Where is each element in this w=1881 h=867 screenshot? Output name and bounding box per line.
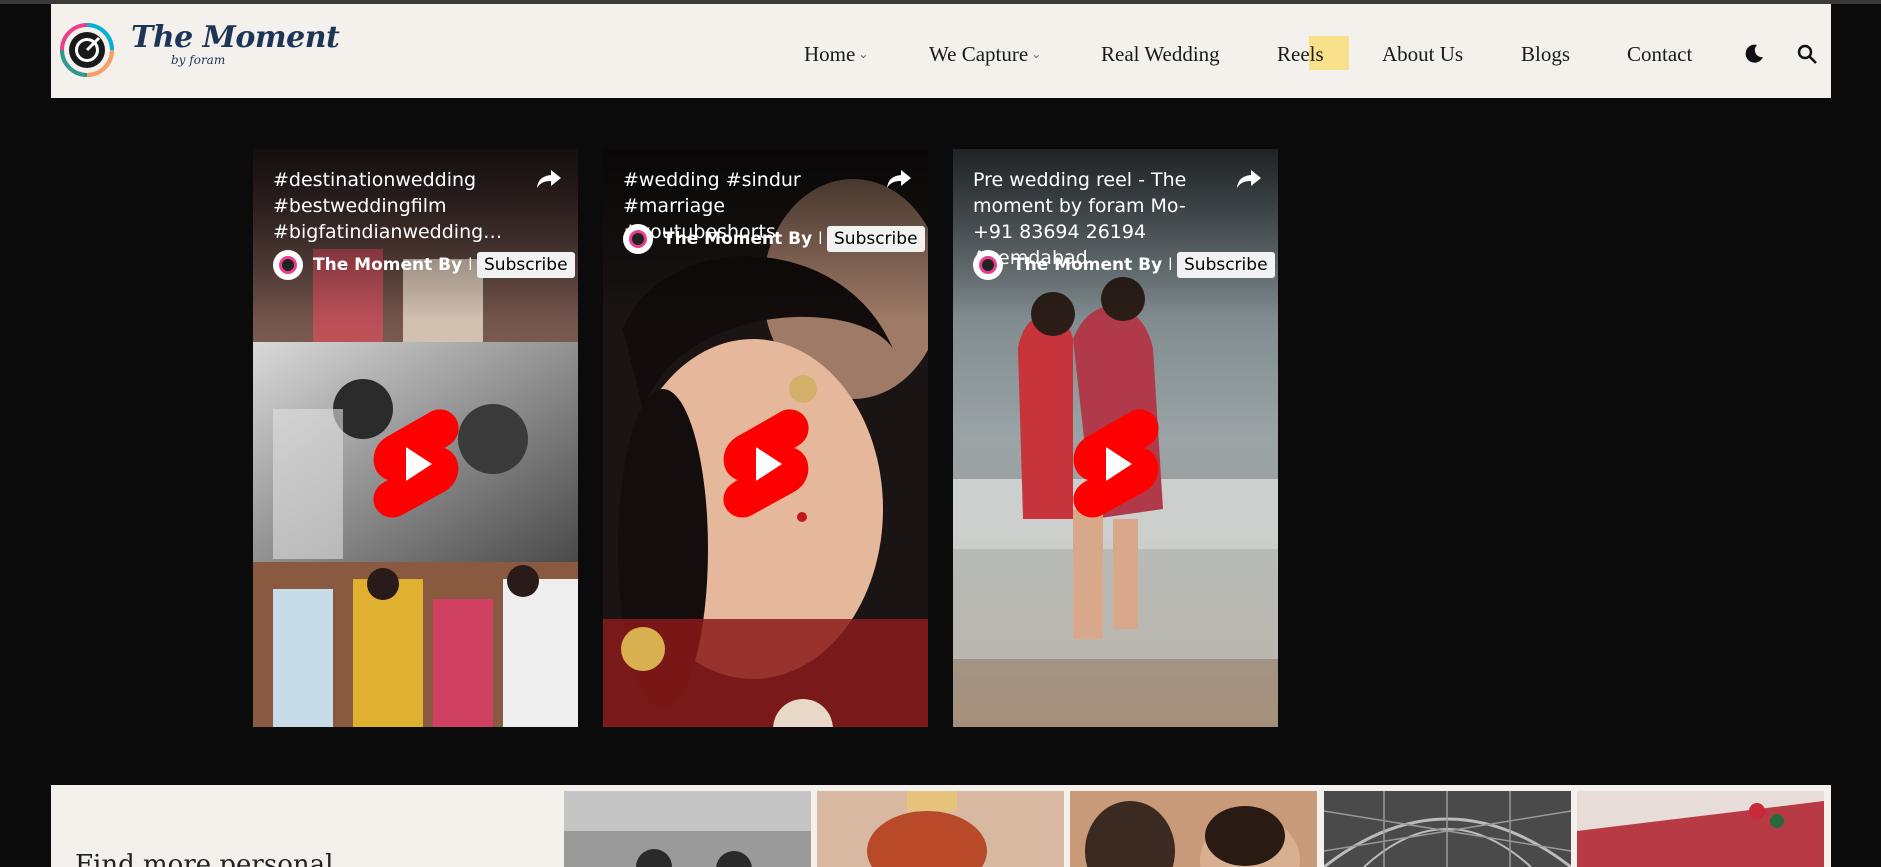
search-icon[interactable]: [1795, 42, 1819, 66]
gallery-thumbnail-3[interactable]: [1070, 791, 1317, 867]
nav-we-capture[interactable]: We Capture ⌄: [929, 42, 1041, 67]
channel-avatar[interactable]: [623, 224, 653, 254]
channel-name[interactable]: The Moment By F…: [1013, 255, 1171, 275]
nav-about-us[interactable]: About Us: [1382, 42, 1463, 67]
youtube-shorts-play-icon[interactable]: [1072, 407, 1160, 522]
nav-real-wedding[interactable]: Real Wedding: [1101, 42, 1220, 67]
channel-row: The Moment By F… Subscribe: [973, 250, 1275, 280]
subscribe-button[interactable]: Subscribe: [827, 226, 925, 252]
section-heading: Find more personal: [75, 850, 334, 867]
gallery-thumbnail-4[interactable]: [1324, 791, 1571, 867]
share-icon[interactable]: [884, 164, 914, 194]
youtube-short-2[interactable]: #wedding #sindur #marriage #youtubeshort…: [603, 149, 928, 727]
brand[interactable]: The Moment by foram: [131, 20, 340, 67]
channel-avatar[interactable]: [273, 250, 303, 280]
nav-we-capture-label: We Capture: [929, 42, 1029, 66]
personal-section: Find more personal: [51, 785, 1831, 867]
channel-avatar[interactable]: [973, 250, 1003, 280]
nav-home-label: Home: [804, 42, 856, 66]
subscribe-button[interactable]: Subscribe: [1177, 252, 1275, 278]
subscribe-button[interactable]: Subscribe: [477, 252, 575, 278]
moon-icon[interactable]: [1742, 42, 1766, 66]
nav-contact[interactable]: Contact: [1627, 42, 1692, 67]
nav-home[interactable]: Home ⌄: [804, 42, 868, 67]
channel-name[interactable]: The Moment By F…: [663, 229, 821, 249]
nav-reels[interactable]: Reels: [1277, 42, 1324, 67]
gallery-thumbnail-2[interactable]: [817, 791, 1064, 867]
camera-lens-logo-icon[interactable]: [59, 22, 115, 78]
channel-row: The Moment By F… Subscribe: [623, 224, 925, 254]
youtube-short-1[interactable]: #destinationwedding #bestweddingfilm #bi…: [253, 149, 578, 727]
share-icon[interactable]: [534, 164, 564, 194]
brand-title: The Moment: [131, 20, 340, 55]
youtube-shorts-play-icon[interactable]: [722, 407, 810, 522]
channel-name[interactable]: The Moment By F…: [313, 255, 471, 275]
short-title: #destinationwedding #bestweddingfilm #bi…: [273, 169, 503, 243]
gallery-thumbnail-5[interactable]: [1577, 791, 1824, 867]
youtube-short-3[interactable]: Pre wedding reel - The moment by foram M…: [953, 149, 1278, 727]
youtube-shorts-play-icon[interactable]: [372, 407, 460, 522]
channel-row: The Moment By F… Subscribe: [273, 250, 575, 280]
site-header: The Moment by foram Home ⌄ We Capture ⌄ Re…: [51, 4, 1831, 98]
gallery-thumbnail-1[interactable]: [564, 791, 811, 867]
chevron-down-icon: ⌄: [1031, 47, 1042, 61]
nav-blogs[interactable]: Blogs: [1521, 42, 1570, 67]
brand-subtitle: by foram: [171, 53, 226, 67]
share-icon[interactable]: [1234, 164, 1264, 194]
chevron-down-icon: ⌄: [858, 47, 869, 61]
